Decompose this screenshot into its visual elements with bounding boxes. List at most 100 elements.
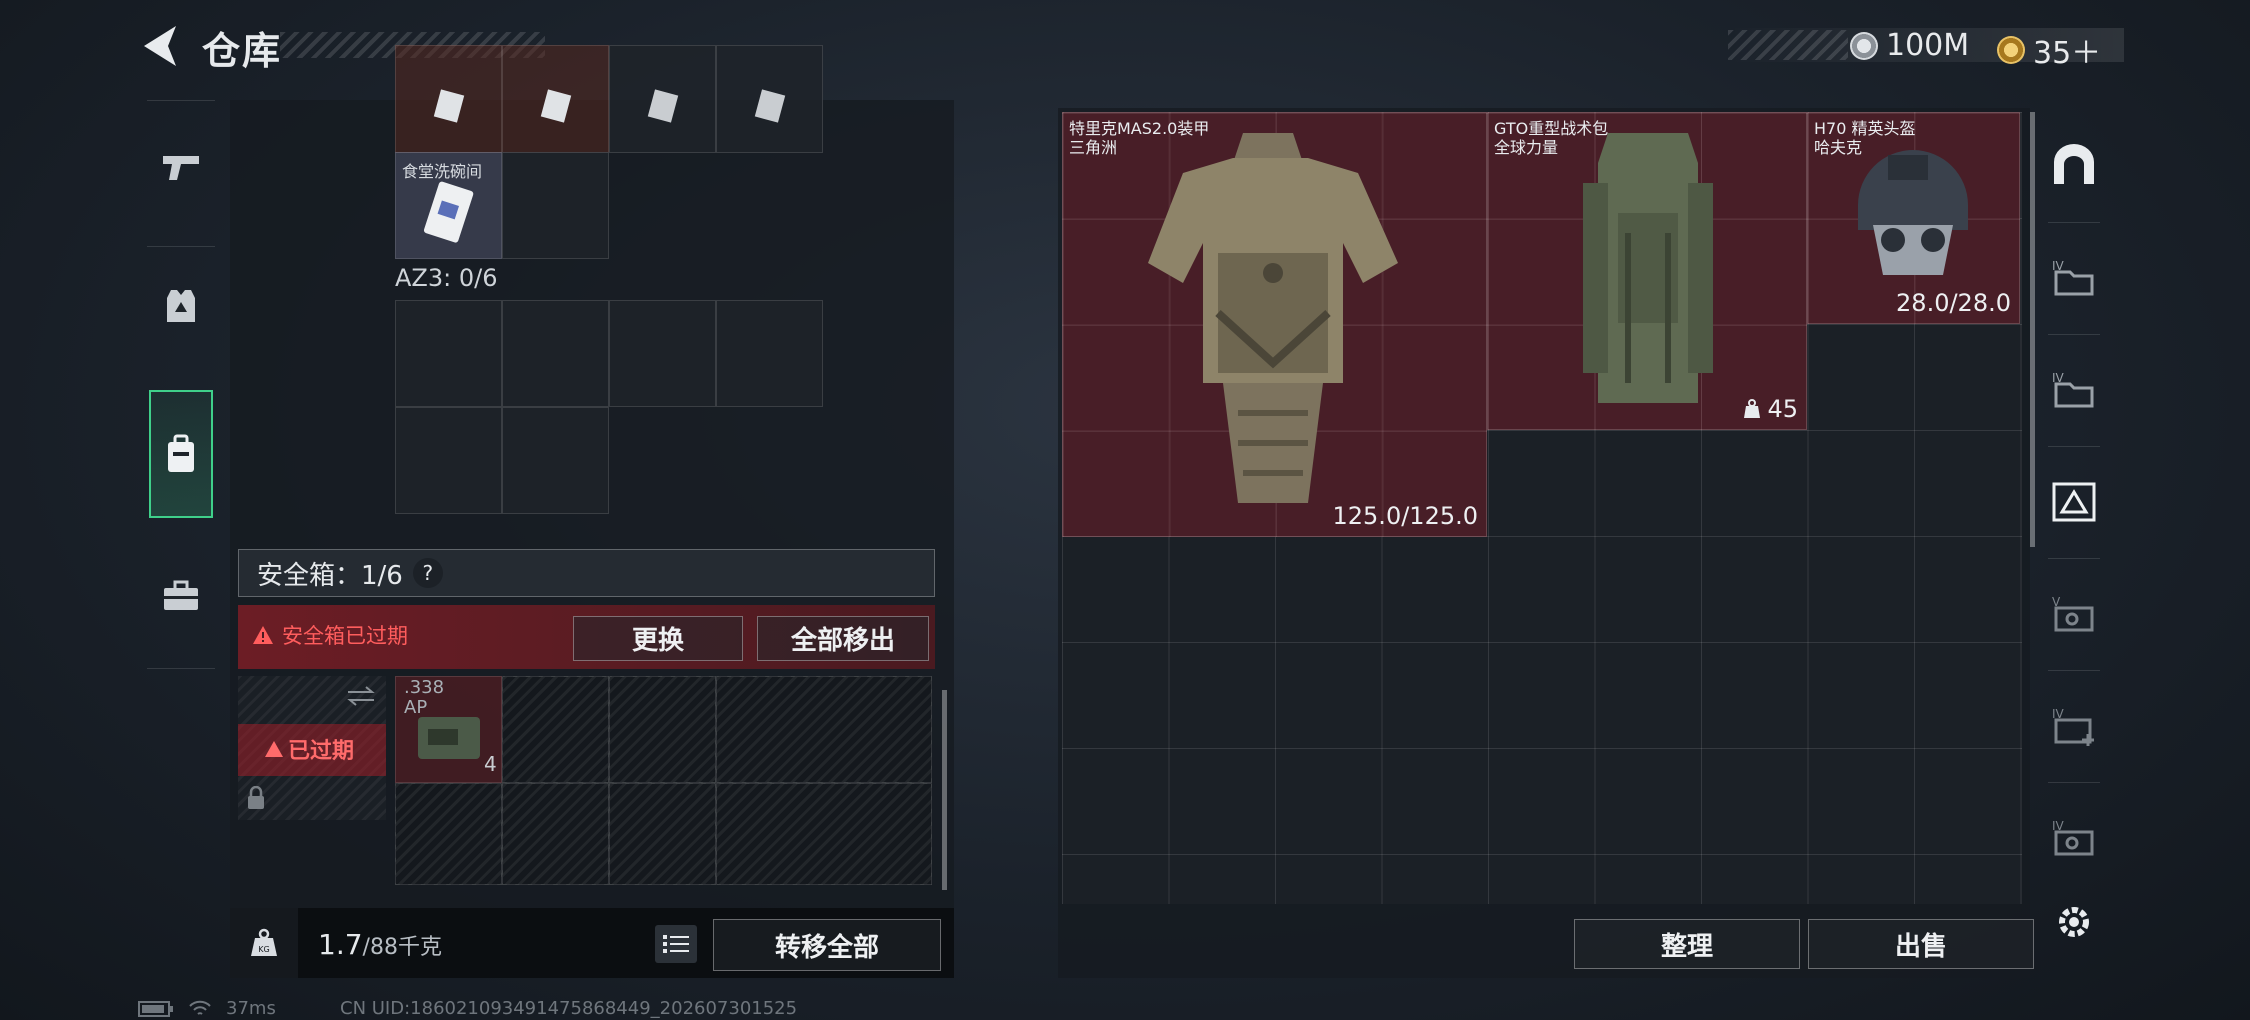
helmet-item[interactable]: H70 精英头盔 哈夫克 28.0/28.0 bbox=[1807, 112, 2020, 324]
tab-expand[interactable] bbox=[2038, 448, 2110, 556]
ammo-type: AP bbox=[404, 697, 428, 718]
page-title: 仓库 bbox=[202, 29, 283, 73]
backpack-capacity-value: 45 bbox=[1767, 395, 1798, 423]
tab-tools[interactable] bbox=[137, 540, 225, 652]
armor-item[interactable]: 特里克MAS2.0装甲 三角洲 125.0/125.0 bbox=[1062, 112, 1487, 537]
list-icon bbox=[663, 935, 689, 953]
armor-vest-icon bbox=[167, 290, 195, 322]
gold-currency[interactable]: 35＋ bbox=[1997, 28, 2101, 72]
replace-button[interactable]: 更换 bbox=[573, 616, 743, 661]
toolbox-icon bbox=[164, 580, 198, 610]
storage-scrollbar[interactable] bbox=[2030, 112, 2035, 547]
weight-value: 1.7 bbox=[318, 928, 363, 961]
swap-icon bbox=[347, 686, 375, 706]
inventory-slot[interactable] bbox=[609, 45, 716, 153]
list-view-button[interactable] bbox=[655, 925, 697, 963]
add-4-icon: IV bbox=[2052, 707, 2094, 746]
tab-vault[interactable] bbox=[2038, 112, 2110, 220]
az3-slot[interactable] bbox=[395, 300, 502, 407]
safe-box-slot[interactable] bbox=[395, 783, 502, 885]
card-item-icon bbox=[433, 89, 464, 123]
tab-divider bbox=[2048, 334, 2100, 335]
tab-divider bbox=[2048, 222, 2100, 223]
tab-add-4[interactable]: IV bbox=[2038, 672, 2110, 780]
tab-storage-5[interactable]: V bbox=[2038, 560, 2110, 668]
safe-box-label: 安全箱：1/6 bbox=[257, 560, 403, 591]
tab-storage-4[interactable]: IV bbox=[2038, 224, 2110, 332]
help-icon[interactable]: ? bbox=[412, 558, 443, 588]
storage-page-tabs: IV IV V IV IV bbox=[2038, 112, 2110, 912]
backpack-icon bbox=[168, 434, 194, 472]
backpack-image bbox=[1583, 133, 1713, 403]
safe-box-slot[interactable] bbox=[609, 783, 716, 885]
warning-text: 安全箱已过期 bbox=[282, 624, 408, 648]
transfer-all-button[interactable]: 转移全部 bbox=[713, 919, 941, 971]
expired-badge: 已过期 bbox=[264, 733, 354, 765]
az3-slot[interactable] bbox=[716, 300, 823, 407]
safe-box-slot[interactable] bbox=[502, 676, 609, 783]
safe-box-slot[interactable] bbox=[502, 783, 609, 885]
warning-icon bbox=[265, 741, 283, 757]
tab-divider bbox=[147, 668, 215, 669]
tab-divider bbox=[2048, 670, 2100, 671]
backpack-capacity: 45 bbox=[1743, 395, 1798, 423]
inventory-scrollbar[interactable] bbox=[942, 690, 947, 890]
armor-durability: 125.0/125.0 bbox=[1332, 502, 1479, 530]
battery-icon bbox=[138, 1000, 173, 1017]
uid-text: CN UID:1860210934914758684​49_2026073015… bbox=[340, 998, 798, 1019]
armor-vest-image bbox=[1148, 133, 1398, 503]
card-item-icon bbox=[540, 89, 571, 123]
gold-amount: 35＋ bbox=[2033, 36, 2102, 71]
weight-icon-box: KG bbox=[230, 908, 298, 978]
photo-4-icon: IV bbox=[2052, 819, 2094, 856]
tab-storage-4b[interactable]: IV bbox=[2038, 336, 2110, 444]
ammo-count: 4 bbox=[484, 752, 497, 776]
folder-4-icon: IV bbox=[2052, 259, 2094, 296]
move-all-out-button[interactable]: 全部移出 bbox=[757, 616, 929, 661]
left-category-tabs bbox=[137, 100, 225, 670]
card-item-icon bbox=[647, 89, 678, 123]
safe-box-slot[interactable] bbox=[716, 783, 932, 885]
organize-button[interactable]: 整理 bbox=[1574, 919, 1800, 969]
ping-text: 37ms bbox=[226, 998, 276, 1019]
back-arrow-icon bbox=[144, 26, 176, 66]
expand-icon bbox=[2052, 482, 2096, 522]
warning-icon bbox=[253, 626, 273, 644]
vault-icon bbox=[2054, 144, 2094, 184]
az3-slot[interactable] bbox=[502, 300, 609, 407]
inventory-slot[interactable] bbox=[395, 45, 502, 153]
silver-currency[interactable]: 100M bbox=[1850, 28, 1969, 63]
keycard-icon bbox=[423, 181, 474, 243]
pistol-icon bbox=[163, 156, 199, 180]
safe-box-slot[interactable] bbox=[716, 676, 932, 783]
silver-coin-icon bbox=[1850, 31, 1878, 60]
backpack-item[interactable]: GTO重型战术包 全球力量 45 bbox=[1487, 112, 1807, 430]
tab-divider bbox=[147, 100, 215, 101]
card-item-icon bbox=[754, 89, 785, 123]
lock-icon bbox=[248, 786, 264, 809]
back-button[interactable] bbox=[138, 22, 182, 70]
inventory-slot[interactable] bbox=[716, 45, 823, 153]
tab-armor[interactable] bbox=[137, 250, 225, 362]
settings-gear-icon[interactable] bbox=[2052, 900, 2096, 944]
tab-weapons[interactable] bbox=[137, 110, 225, 222]
weight-icon: KG bbox=[251, 928, 277, 956]
tab-divider bbox=[147, 246, 215, 247]
tab-divider bbox=[2048, 558, 2100, 559]
sell-button[interactable]: 出售 bbox=[1808, 919, 2034, 969]
az3-slot[interactable] bbox=[609, 300, 716, 407]
ammo-label: .338 AP bbox=[404, 678, 444, 718]
safe-box-slot[interactable] bbox=[609, 676, 716, 783]
az3-slot[interactable] bbox=[395, 407, 502, 514]
helmet-image bbox=[1858, 150, 1968, 275]
gold-coin-icon bbox=[1997, 36, 2025, 64]
az3-slot[interactable] bbox=[502, 407, 609, 514]
tab-containers[interactable] bbox=[149, 390, 213, 518]
tab-photo-4[interactable]: IV bbox=[2038, 784, 2110, 892]
safe-box-expired-warning: 安全箱已过期 bbox=[252, 620, 408, 650]
weight-readout: 1.7/88千克 bbox=[318, 928, 442, 961]
inventory-slot[interactable] bbox=[502, 152, 609, 259]
inventory-slot[interactable] bbox=[502, 45, 609, 153]
safe-box-bar: 安全箱：1/6 ? bbox=[238, 549, 935, 597]
helmet-durability: 28.0/28.0 bbox=[1896, 289, 2011, 317]
